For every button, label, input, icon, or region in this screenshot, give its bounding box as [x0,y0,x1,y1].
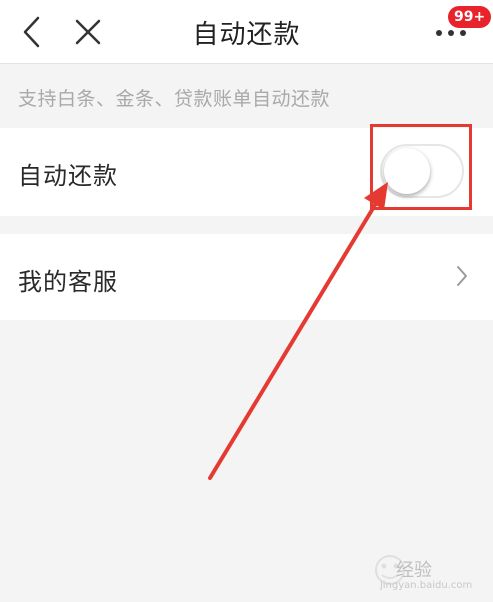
chevron-right-icon [457,266,467,286]
more-dots-icon [436,30,466,36]
feature-description: 支持白条、金条、贷款账单自动还款 [18,88,331,110]
watermark-url: jingyan.baidu.com [380,580,473,591]
nav-bar: 自动还款 99+ [0,0,493,64]
auto-repay-label: 自动还款 [18,162,118,190]
annotation-highlight-box [370,124,472,210]
page-title: 自动还款 [192,20,301,50]
notification-badge: 99+ [448,6,492,28]
watermark-text: 经验 [396,560,432,581]
customer-service-row[interactable]: 我的客服 [0,234,493,320]
customer-service-label: 我的客服 [18,268,118,296]
